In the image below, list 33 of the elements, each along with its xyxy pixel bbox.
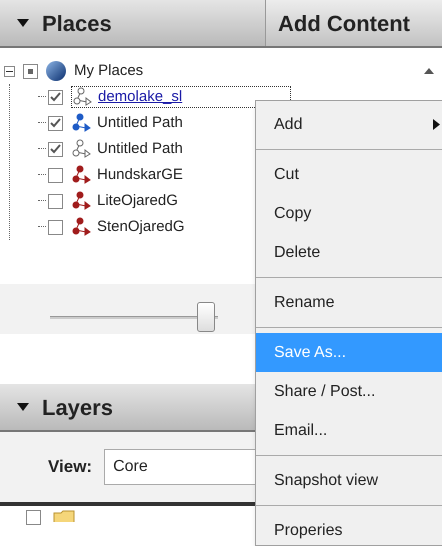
menu-item[interactable]: Cut [256, 155, 442, 194]
menu-item[interactable]: Add [256, 105, 442, 144]
menu-item[interactable]: Delete [256, 233, 442, 272]
tree-item[interactable]: Untitled Path [97, 138, 183, 160]
tree-item[interactable]: StenOjaredG [97, 216, 185, 238]
tree-item[interactable]: My Places [74, 60, 144, 82]
menu-item[interactable]: Email... [256, 411, 442, 450]
panel-title: Places [42, 10, 112, 38]
slider-thumb[interactable] [197, 302, 216, 332]
collapse-triangle-icon[interactable] [16, 18, 30, 28]
globe-icon [46, 61, 66, 81]
checkbox[interactable] [48, 116, 63, 130]
checkbox[interactable] [48, 90, 63, 104]
menu-item[interactable]: Share / Post... [256, 372, 442, 411]
checkbox[interactable] [26, 510, 41, 525]
menu-item[interactable]: Properies [256, 511, 442, 546]
checkbox[interactable] [48, 142, 63, 156]
menu-item[interactable]: Copy [256, 194, 442, 233]
scroll-up-arrow-icon[interactable] [424, 68, 434, 74]
checkbox[interactable] [23, 64, 38, 78]
view-label: View: [48, 456, 92, 478]
tree-item[interactable]: HundskarGE [97, 164, 183, 186]
checkbox[interactable] [48, 168, 63, 182]
menu-item[interactable]: Snapshot view [256, 461, 442, 500]
collapse-triangle-icon[interactable] [16, 402, 30, 412]
panel-title: Layers [42, 394, 113, 422]
tree-item[interactable]: Untitled Path [97, 112, 183, 134]
checkbox[interactable] [48, 220, 63, 234]
collapse-icon[interactable] [4, 66, 15, 76]
folder-icon [53, 510, 75, 522]
add-content-button[interactable]: Add Content [265, 0, 442, 46]
tree-item[interactable]: LiteOjaredG [97, 190, 178, 212]
checkbox[interactable] [48, 194, 63, 208]
